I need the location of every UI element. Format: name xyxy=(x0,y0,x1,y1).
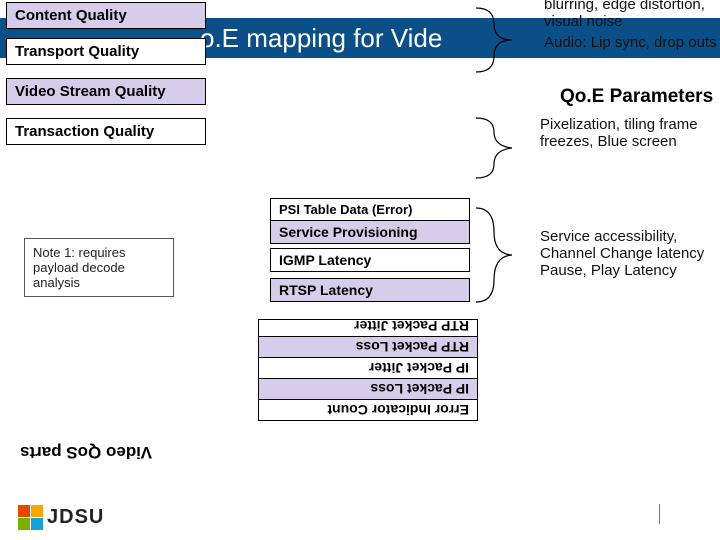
err-indicator-box: Error Indicator Count xyxy=(258,399,478,421)
right-blurring-text: blurring, edge distortion, visual noise xyxy=(544,0,720,30)
rtsp-latency-box: RTSP Latency xyxy=(270,278,470,302)
qoe-parameters-header: Qo.E Parameters xyxy=(560,86,713,108)
right-pixelization-text: Pixelization, tiling frame freezes, Blue… xyxy=(540,116,716,150)
right-audio-text: Audio: Lip sync, drop outs xyxy=(544,34,720,51)
note-box: Note 1: requires payload decode analysis xyxy=(24,238,174,297)
transport-quality-box: Transport Quality xyxy=(6,38,206,65)
brace-top-icon xyxy=(474,0,544,80)
right-service-text: Service accessibility, Channel Change la… xyxy=(540,228,716,279)
transaction-quality-box: Transaction Quality xyxy=(6,118,206,145)
video-stream-quality-box: Video Stream Quality xyxy=(6,78,206,105)
rtp-packet-jitter-box: RTP Packet Jitter xyxy=(258,319,478,337)
ip-packet-loss-box: IP Packet Loss xyxy=(258,378,478,400)
psi-table-box: PSI Table Data (Error) xyxy=(270,198,470,221)
video-qos-parts-label: Video QoS parts xyxy=(20,442,152,462)
brace-pixel-icon xyxy=(474,112,544,184)
logo-squares-icon xyxy=(18,505,43,530)
content-quality-box: Content Quality xyxy=(6,2,206,29)
service-provisioning-box: Service Provisioning xyxy=(270,220,470,244)
igmp-latency-box: IGMP Latency xyxy=(270,248,470,272)
ip-packet-jitter-box: IP Packet Jitter xyxy=(258,357,478,379)
brace-service-icon xyxy=(474,200,544,310)
logo-text: JDSU xyxy=(47,506,104,529)
footer-tick xyxy=(659,504,660,524)
rtp-packet-loss-box: RTP Packet Loss xyxy=(258,336,478,358)
jdsu-logo: JDSU xyxy=(18,505,104,530)
